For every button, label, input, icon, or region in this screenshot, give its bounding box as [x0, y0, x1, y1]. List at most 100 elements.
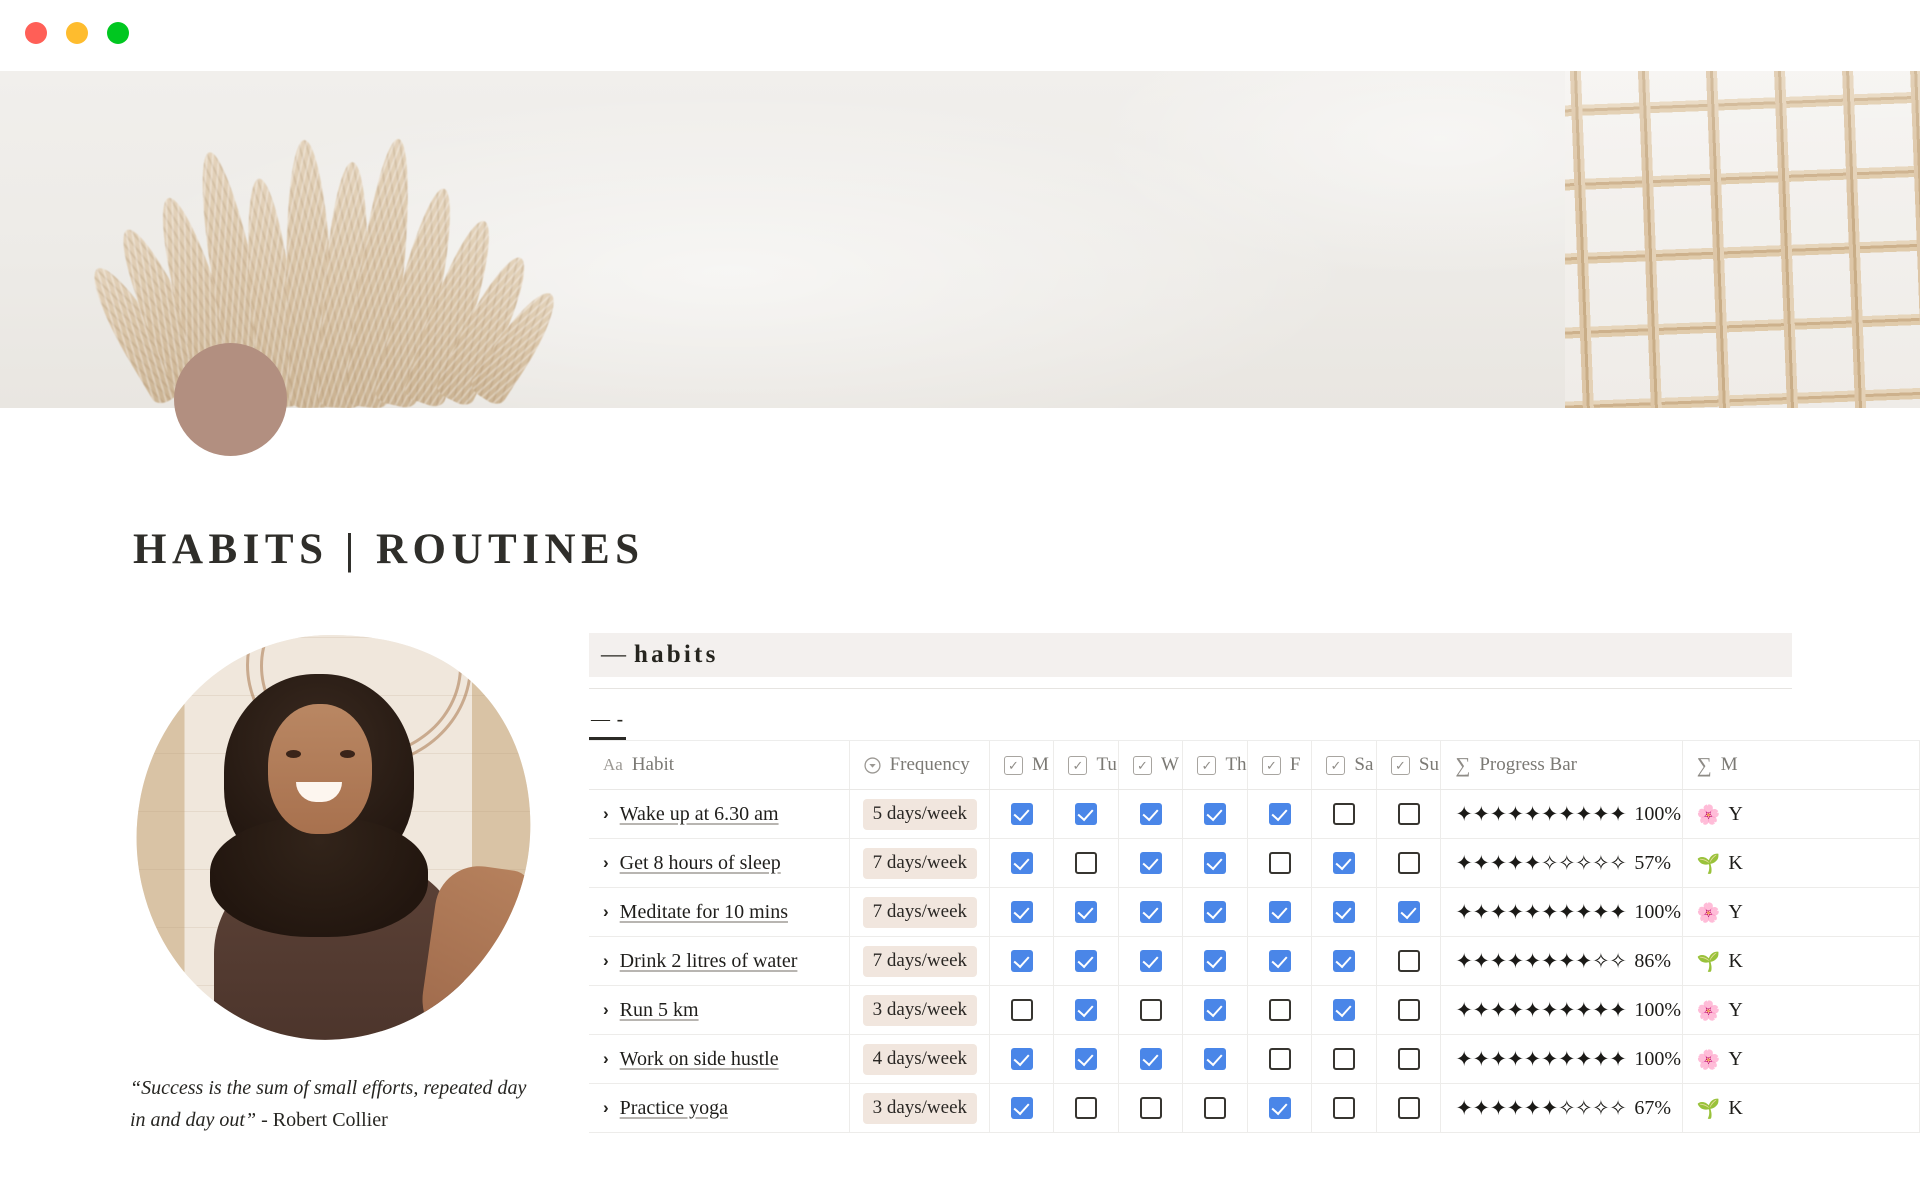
cell-frequency[interactable]: 7 days/week	[849, 887, 990, 937]
checkbox-thursday[interactable]	[1204, 1048, 1227, 1070]
cell-tuesday[interactable]	[1053, 936, 1119, 986]
column-header-friday[interactable]: ✓ F	[1247, 741, 1313, 790]
checkbox-wednesday[interactable]	[1139, 803, 1162, 825]
checkbox-wednesday[interactable]	[1139, 852, 1162, 874]
habit-name[interactable]: Drink 2 litres of water	[620, 950, 798, 973]
cell-monday[interactable]	[989, 1083, 1055, 1133]
cell-saturday[interactable]	[1311, 985, 1377, 1035]
database-view-tab-active[interactable]: — -	[589, 709, 626, 740]
table-row[interactable]: › Run 5 km 3 days/week ✦✦✦✦✦✦✦✦✦✦ 100% 🌸 Y	[589, 985, 1920, 1035]
cell-thursday[interactable]	[1182, 1083, 1248, 1133]
cell-wednesday[interactable]	[1118, 985, 1184, 1035]
cell-frequency[interactable]: 5 days/week	[849, 789, 990, 839]
habit-name[interactable]: Work on side hustle	[620, 1048, 779, 1071]
checkbox-monday[interactable]	[1010, 950, 1033, 972]
habit-name[interactable]: Wake up at 6.30 am	[620, 803, 779, 826]
cell-sunday[interactable]	[1376, 789, 1442, 839]
checkbox-tuesday[interactable]	[1075, 999, 1098, 1021]
cell-thursday[interactable]	[1182, 789, 1248, 839]
cell-habit[interactable]: › Meditate for 10 mins	[589, 887, 850, 937]
cell-frequency[interactable]: 4 days/week	[849, 1034, 990, 1084]
maximize-window-button[interactable]	[107, 22, 129, 44]
cell-friday[interactable]	[1247, 936, 1313, 986]
checkbox-monday[interactable]	[1010, 999, 1033, 1021]
cell-saturday[interactable]	[1311, 936, 1377, 986]
cell-monday[interactable]	[989, 838, 1055, 888]
checkbox-tuesday[interactable]	[1075, 1097, 1098, 1119]
cell-thursday[interactable]	[1182, 1034, 1248, 1084]
expand-row-icon[interactable]: ›	[603, 1049, 609, 1069]
checkbox-friday[interactable]	[1268, 901, 1291, 923]
cell-thursday[interactable]	[1182, 936, 1248, 986]
column-header-wednesday[interactable]: ✓ W	[1118, 741, 1184, 790]
column-header-monday[interactable]: ✓ M	[989, 741, 1055, 790]
checkbox-friday[interactable]	[1268, 852, 1291, 874]
cell-sunday[interactable]	[1376, 1034, 1442, 1084]
checkbox-thursday[interactable]	[1204, 1097, 1227, 1119]
cell-tuesday[interactable]	[1053, 789, 1119, 839]
cell-wednesday[interactable]	[1118, 1083, 1184, 1133]
checkbox-sunday[interactable]	[1397, 901, 1420, 923]
cell-habit[interactable]: › Work on side hustle	[589, 1034, 850, 1084]
table-row[interactable]: › Practice yoga 3 days/week ✦✦✦✦✦✦✧✧✧✧ 67% 🌱 K	[589, 1083, 1920, 1133]
checkbox-saturday[interactable]	[1333, 999, 1356, 1021]
column-header-thursday[interactable]: ✓ Th	[1182, 741, 1248, 790]
checkbox-tuesday[interactable]	[1075, 852, 1098, 874]
checkbox-saturday[interactable]	[1333, 803, 1356, 825]
cell-wednesday[interactable]	[1118, 789, 1184, 839]
checkbox-monday[interactable]	[1010, 901, 1033, 923]
cell-friday[interactable]	[1247, 1083, 1313, 1133]
cell-monday[interactable]	[989, 985, 1055, 1035]
cell-thursday[interactable]	[1182, 985, 1248, 1035]
habit-name[interactable]: Run 5 km	[620, 999, 699, 1022]
cell-friday[interactable]	[1247, 887, 1313, 937]
cell-wednesday[interactable]	[1118, 887, 1184, 937]
checkbox-monday[interactable]	[1010, 1048, 1033, 1070]
expand-row-icon[interactable]: ›	[603, 853, 609, 873]
cell-sunday[interactable]	[1376, 838, 1442, 888]
checkbox-friday[interactable]	[1268, 1097, 1291, 1119]
expand-row-icon[interactable]: ›	[603, 902, 609, 922]
profile-photo[interactable]	[128, 632, 533, 1044]
checkbox-wednesday[interactable]	[1139, 901, 1162, 923]
cell-saturday[interactable]	[1311, 1083, 1377, 1133]
checkbox-saturday[interactable]	[1333, 1048, 1356, 1070]
cell-frequency[interactable]: 3 days/week	[849, 1083, 990, 1133]
checkbox-tuesday[interactable]	[1075, 950, 1098, 972]
checkbox-monday[interactable]	[1010, 803, 1033, 825]
checkbox-sunday[interactable]	[1397, 1048, 1420, 1070]
page-cover-image[interactable]	[0, 71, 1920, 408]
cell-frequency[interactable]: 7 days/week	[849, 838, 990, 888]
cell-wednesday[interactable]	[1118, 1034, 1184, 1084]
cell-habit[interactable]: › Run 5 km	[589, 985, 850, 1035]
cell-friday[interactable]	[1247, 789, 1313, 839]
checkbox-monday[interactable]	[1010, 852, 1033, 874]
expand-row-icon[interactable]: ›	[603, 804, 609, 824]
checkbox-friday[interactable]	[1268, 999, 1291, 1021]
cell-wednesday[interactable]	[1118, 936, 1184, 986]
cell-thursday[interactable]	[1182, 838, 1248, 888]
table-row[interactable]: › Meditate for 10 mins 7 days/week ✦✦✦✦✦✦✦✦…	[589, 887, 1920, 937]
checkbox-friday[interactable]	[1268, 1048, 1291, 1070]
checkbox-saturday[interactable]	[1333, 1097, 1356, 1119]
table-row[interactable]: › Drink 2 litres of water 7 days/week ✦✦✦✦✦…	[589, 936, 1920, 986]
column-header-progress-bar[interactable]: ∑ Progress Bar	[1440, 741, 1683, 790]
checkbox-thursday[interactable]	[1204, 999, 1227, 1021]
expand-row-icon[interactable]: ›	[603, 1000, 609, 1020]
checkbox-friday[interactable]	[1268, 803, 1291, 825]
checkbox-saturday[interactable]	[1333, 852, 1356, 874]
checkbox-tuesday[interactable]	[1075, 901, 1098, 923]
checkbox-sunday[interactable]	[1397, 999, 1420, 1021]
cell-monday[interactable]	[989, 789, 1055, 839]
column-header-message[interactable]: ∑ M	[1682, 741, 1920, 790]
checkbox-thursday[interactable]	[1204, 803, 1227, 825]
cell-tuesday[interactable]	[1053, 838, 1119, 888]
expand-row-icon[interactable]: ›	[603, 1098, 609, 1118]
checkbox-wednesday[interactable]	[1139, 999, 1162, 1021]
column-header-saturday[interactable]: ✓ Sa	[1311, 741, 1377, 790]
cell-tuesday[interactable]	[1053, 1034, 1119, 1084]
checkbox-monday[interactable]	[1010, 1097, 1033, 1119]
checkbox-sunday[interactable]	[1397, 803, 1420, 825]
cell-frequency[interactable]: 3 days/week	[849, 985, 990, 1035]
column-header-sunday[interactable]: ✓ Su	[1376, 741, 1442, 790]
